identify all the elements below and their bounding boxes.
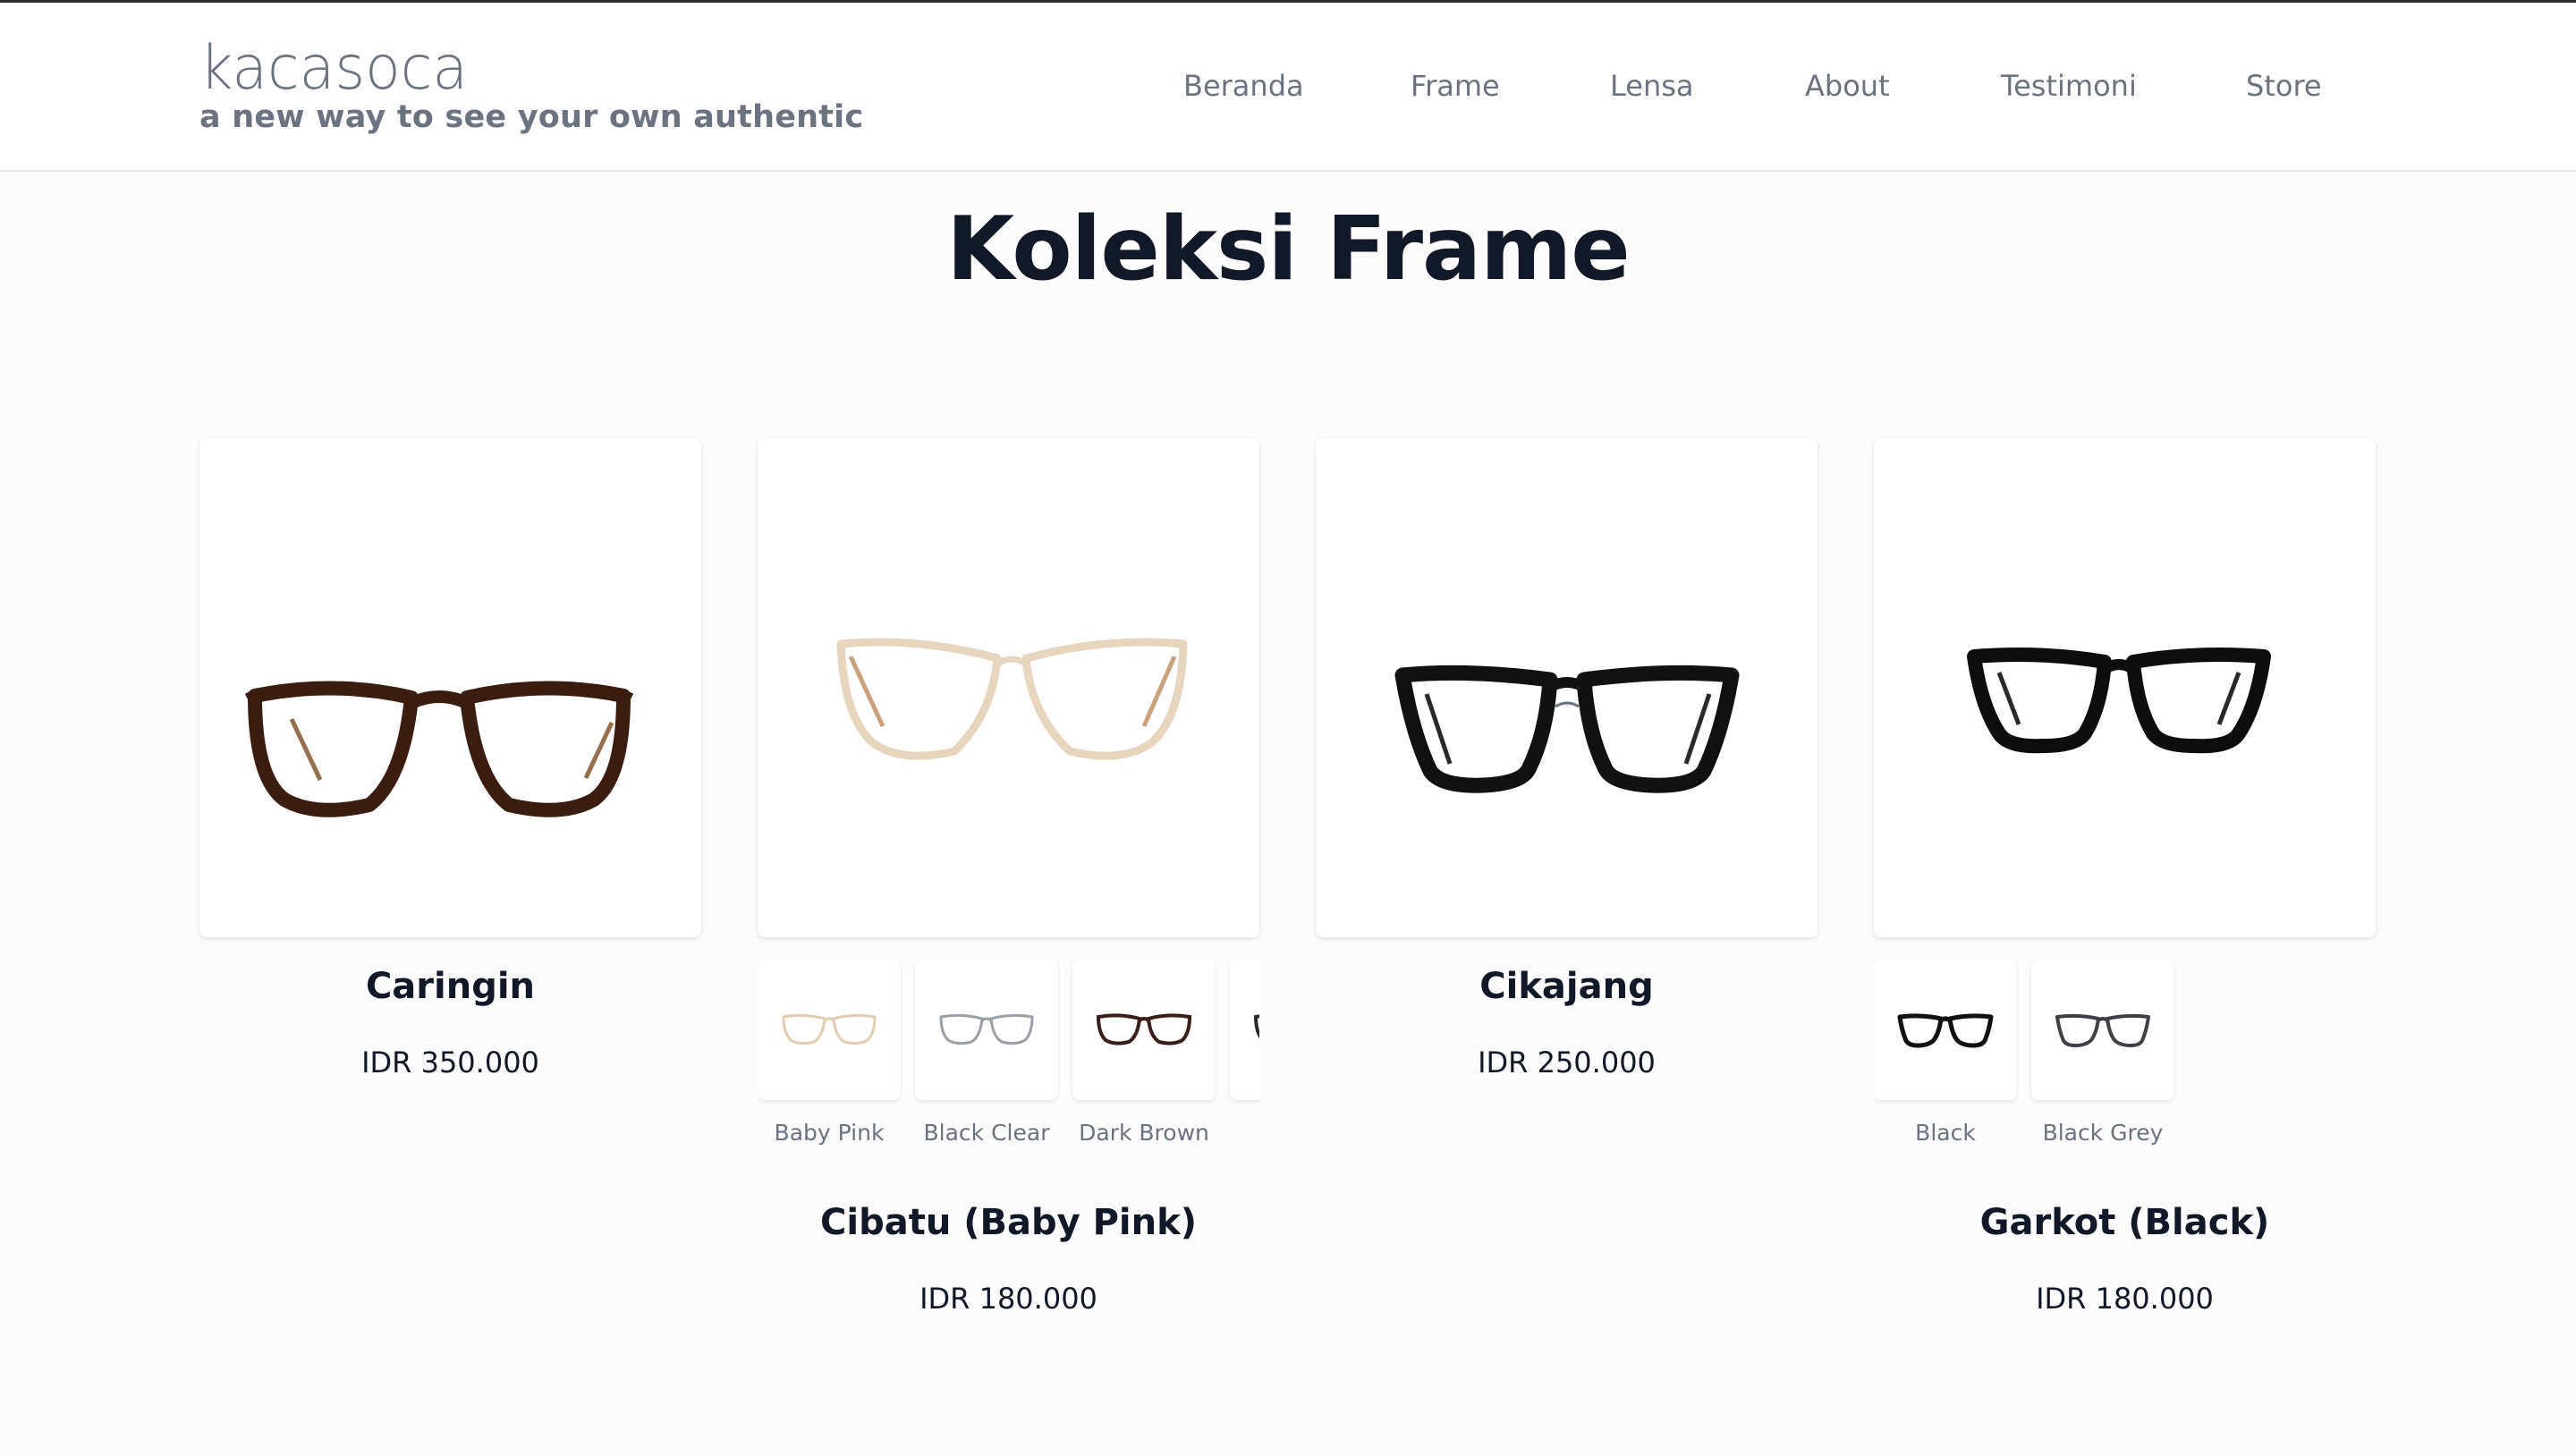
variant-label: Baby Pink <box>774 1120 885 1146</box>
product-price: IDR 350.000 <box>361 1045 539 1079</box>
product-image-garkot[interactable] <box>1874 438 2376 937</box>
glasses-cateye-icon <box>836 638 1188 760</box>
product-name: Caringin <box>365 966 536 1007</box>
variant-black[interactable]: Black <box>1874 959 2017 1146</box>
variant-strip: Black Black Grey <box>1874 959 2376 1155</box>
product-name: Cibatu (Baby Pink) <box>820 1202 1197 1243</box>
glasses-round-icon <box>244 681 634 817</box>
variant-more[interactable] <box>1230 959 1259 1100</box>
nav-beranda[interactable]: Beranda <box>1183 69 1304 103</box>
variant-dark-brown[interactable]: Dark Brown <box>1072 959 1216 1146</box>
brand-home-link[interactable]: kacasoca a new way to see your own authe… <box>199 33 863 135</box>
variant-strip: Baby Pink Black Clear Dark Brown <box>758 959 1259 1155</box>
variant-baby-pink[interactable]: Baby Pink <box>758 959 901 1146</box>
nav-lensa[interactable]: Lensa <box>1610 69 1694 103</box>
variant-label: Black Grey <box>2042 1120 2164 1146</box>
kacasoca-logo: kacasoca <box>199 33 468 96</box>
glasses-thumb-icon <box>2055 1013 2150 1047</box>
product-price: IDR 250.000 <box>1478 1045 1656 1079</box>
nav-about[interactable]: About <box>1805 69 1890 103</box>
nav-store[interactable]: Store <box>2246 69 2322 103</box>
glasses-square-icon <box>1967 648 2271 754</box>
glasses-thumb-icon <box>1253 1014 1259 1039</box>
product-price: IDR 180.000 <box>919 1282 1097 1316</box>
svg-text:kacasoca: kacasoca <box>199 33 468 96</box>
glasses-thumb-icon <box>1096 1013 1192 1045</box>
glasses-thumb-icon <box>782 1013 877 1045</box>
glasses-square-icon <box>1394 665 1740 793</box>
glasses-thumb-icon <box>939 1013 1034 1045</box>
product-image-cibatu[interactable] <box>758 438 1259 937</box>
variant-label: Dark Brown <box>1079 1120 1209 1146</box>
page-title: Koleksi Frame <box>946 199 1631 301</box>
nav-frame[interactable]: Frame <box>1411 69 1500 103</box>
product-image-cikajang[interactable] <box>1316 438 1818 937</box>
glasses-thumb-icon <box>1897 1013 1994 1048</box>
product-name: Cikajang <box>1479 966 1654 1007</box>
product-image-caringin[interactable] <box>199 438 701 937</box>
variant-label: Black Clear <box>923 1120 1050 1146</box>
variant-label: Black <box>1915 1120 1976 1146</box>
nav-testimoni[interactable]: Testimoni <box>2001 69 2137 103</box>
site-header: kacasoca a new way to see your own authe… <box>0 3 2576 172</box>
variant-black-clear[interactable]: Black Clear <box>915 959 1058 1146</box>
brand-tagline: a new way to see your own authentic <box>199 99 864 135</box>
product-price: IDR 180.000 <box>2036 1282 2214 1316</box>
product-name: Garkot (Black) <box>1979 1202 2270 1243</box>
variant-black-grey[interactable]: Black Grey <box>2031 959 2174 1146</box>
